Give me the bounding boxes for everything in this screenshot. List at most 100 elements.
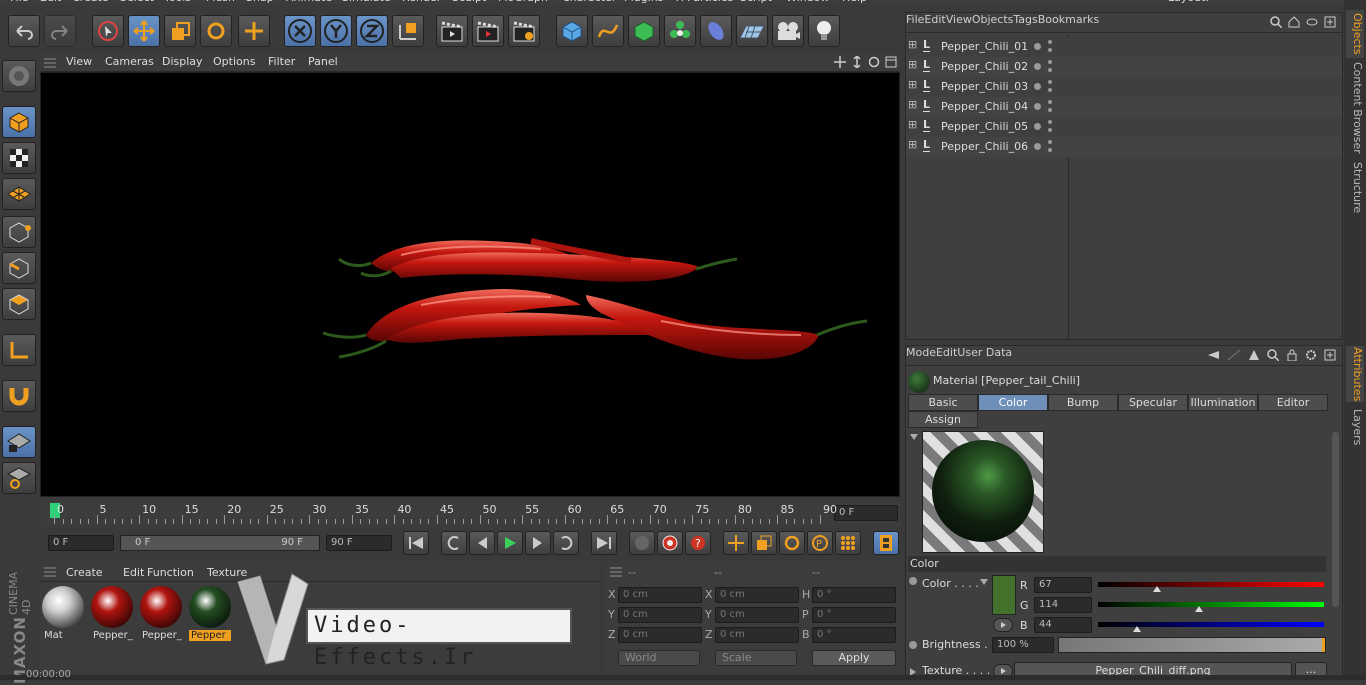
previous-frame-button[interactable] [469, 531, 495, 555]
attribute-menu-user-data[interactable]: User Data [957, 346, 1012, 359]
menu-sculpt[interactable]: Sculpt [452, 0, 486, 4]
color-dropdown-icon[interactable] [980, 579, 988, 585]
menu-plugins[interactable]: Plugins [624, 0, 663, 4]
key-position-button[interactable] [723, 531, 749, 555]
object-name[interactable]: Pepper_Chili_03 [941, 80, 1028, 93]
expand-icon[interactable]: ⊞ [908, 118, 917, 131]
menu-simulate[interactable]: Simulate [342, 0, 391, 4]
polygons-mode-button[interactable] [2, 288, 36, 320]
color-swatch[interactable] [992, 575, 1016, 615]
visibility-dot-icon[interactable] [1034, 43, 1041, 50]
maximize-view-icon[interactable] [885, 56, 897, 68]
color-expand-button[interactable] [993, 618, 1013, 632]
next-frame-button[interactable] [525, 531, 551, 555]
live-selection-button[interactable] [92, 15, 124, 47]
position-field[interactable]: 0 cm [618, 587, 702, 603]
redo-button[interactable] [44, 15, 76, 47]
current-frame-field[interactable]: 0 F [834, 505, 898, 521]
rotate-tool-button[interactable] [200, 15, 232, 47]
material-preview[interactable] [922, 431, 1044, 553]
render-visibility-icon[interactable] [1048, 68, 1052, 72]
viewport-menu-display[interactable]: Display [162, 55, 203, 68]
viewport-menu-cameras[interactable]: Cameras [105, 55, 154, 68]
tab-illumination[interactable]: Illumination [1188, 394, 1258, 411]
expand-icon[interactable]: ⊞ [908, 38, 917, 51]
menu-edit[interactable]: Edit [40, 0, 61, 4]
scale-tool-button[interactable] [164, 15, 196, 47]
object-row[interactable]: ⊞ L Pepper_Chili_02 [906, 57, 1342, 77]
editor-visibility-icon[interactable] [1048, 60, 1052, 64]
timeline-ruler[interactable]: 0 F 0 5 10 15 20 25 30 35 40 45 50 55 60 65 70 75 80 85 90 [40, 500, 900, 527]
pan-icon[interactable] [834, 56, 846, 68]
orbit-icon[interactable] [868, 56, 880, 68]
axis-mode-button[interactable] [2, 334, 36, 366]
attribute-menu-mode[interactable]: Mode [906, 346, 936, 359]
expand-icon[interactable]: ⊞ [908, 78, 917, 91]
search-icon[interactable] [1267, 349, 1279, 361]
home-icon[interactable] [1288, 16, 1300, 28]
3d-viewport[interactable] [40, 72, 900, 497]
material-item[interactable]: Pepper_ [140, 586, 182, 642]
frame-range-slider[interactable]: 0 F 90 F [120, 535, 320, 551]
forward-arrow-icon[interactable] [1227, 349, 1241, 361]
visibility-dot-icon[interactable] [1034, 143, 1041, 150]
object-row[interactable]: ⊞ L Pepper_Chili_05 [906, 117, 1342, 137]
brightness-slider-handle[interactable] [1322, 638, 1325, 652]
b-slider[interactable] [1098, 622, 1324, 627]
visibility-dot-icon[interactable] [1034, 103, 1041, 110]
key-rotation-button[interactable] [779, 531, 805, 555]
object-menu-file[interactable]: File [906, 13, 924, 26]
render-visibility-icon[interactable] [1048, 48, 1052, 52]
side-tab-content-browser[interactable]: Content Browser [1346, 62, 1364, 154]
spline-button[interactable] [592, 15, 624, 47]
object-name[interactable]: Pepper_Chili_02 [941, 60, 1028, 73]
go-to-start-button[interactable] [403, 531, 429, 555]
menu-character[interactable]: Character [562, 0, 616, 4]
menu-file[interactable]: File [10, 0, 28, 4]
x-axis-button[interactable] [284, 15, 316, 47]
cube-object-button[interactable] [556, 15, 588, 47]
menu-mograph[interactable]: MoGraph [498, 0, 548, 4]
coordinate-grip[interactable] [610, 567, 622, 577]
r-slider-handle[interactable] [1153, 586, 1162, 592]
b-value-field[interactable]: 44 [1034, 617, 1092, 633]
brightness-slider[interactable] [1058, 637, 1326, 653]
previous-key-button[interactable] [441, 531, 467, 555]
tab-specular[interactable]: Specular [1118, 394, 1188, 411]
r-value-field[interactable]: 67 [1034, 577, 1092, 593]
start-frame-field[interactable]: 0 F [48, 535, 114, 551]
visibility-dot-icon[interactable] [1034, 83, 1041, 90]
eye-icon[interactable] [1306, 16, 1318, 28]
viewport-menu-panel[interactable]: Panel [308, 55, 338, 68]
position-field[interactable]: 0 cm [618, 627, 702, 643]
menu-snap[interactable]: Snap [246, 0, 274, 4]
menu-tools[interactable]: Tools [164, 0, 191, 4]
g-value-field[interactable]: 114 [1034, 597, 1092, 613]
viewport-menu-view[interactable]: View [66, 55, 92, 68]
make-editable-button[interactable] [2, 60, 36, 92]
visibility-dot-icon[interactable] [1034, 63, 1041, 70]
play-button[interactable] [497, 531, 523, 555]
model-mode-button[interactable] [2, 106, 36, 138]
key-scale-button[interactable] [751, 531, 777, 555]
apply-button[interactable]: Apply [812, 650, 896, 666]
render-visibility-icon[interactable] [1048, 128, 1052, 132]
side-tab-attributes[interactable]: Attributes [1346, 346, 1364, 402]
key-parameter-button[interactable]: P [807, 531, 833, 555]
up-arrow-icon[interactable] [1248, 349, 1260, 361]
search-icon[interactable] [1270, 16, 1282, 28]
move-tool-button[interactable] [128, 15, 160, 47]
coordinate-system-button[interactable] [392, 15, 424, 47]
rotation-field[interactable]: 0 ° [812, 627, 896, 643]
menu-create[interactable]: Create [72, 0, 109, 4]
material-item[interactable]: Mat [42, 586, 84, 642]
menu-window[interactable]: Window [786, 0, 829, 4]
tab-bump[interactable]: Bump [1048, 394, 1118, 411]
tab-assign[interactable]: Assign [908, 411, 978, 428]
visibility-dot-icon[interactable] [1034, 123, 1041, 130]
transform-tool-button[interactable] [238, 15, 270, 47]
menu-animate[interactable]: Animate [286, 0, 332, 4]
points-mode-button[interactable] [2, 216, 36, 248]
object-menu-tags[interactable]: Tags [1013, 13, 1037, 26]
rotation-field[interactable]: 0 ° [812, 607, 896, 623]
